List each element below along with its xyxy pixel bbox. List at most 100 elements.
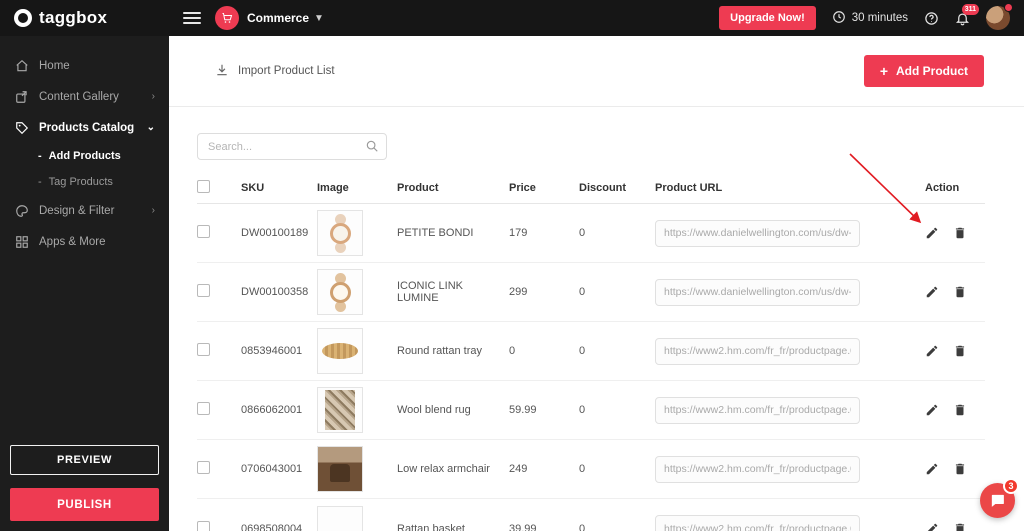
- timer-text: 30 minutes: [851, 12, 908, 24]
- table-row: 0853946001 Round rattan tray 0 0: [197, 322, 985, 381]
- sidebar-item-label: Design & Filter: [39, 204, 115, 217]
- sidebar-item-label: Home: [39, 59, 70, 72]
- chevron-right-icon: ›: [151, 91, 155, 102]
- product-name-cell: PETITE BONDI: [397, 227, 474, 239]
- sidebar-item-label: Apps & More: [39, 235, 106, 248]
- sidebar-item-design-filter[interactable]: Design & Filter ›: [0, 195, 169, 226]
- add-product-button[interactable]: + Add Product: [863, 55, 984, 87]
- discount-cell: 0: [579, 463, 586, 475]
- import-product-list-button[interactable]: Import Product List: [215, 63, 335, 80]
- chat-badge: 3: [1003, 478, 1019, 494]
- apps-grid-icon: [14, 234, 29, 249]
- topbar: taggbox Commerce ▼ Upgrade Now! 30 minut…: [0, 0, 1024, 36]
- delete-icon[interactable]: [953, 522, 967, 531]
- upgrade-button[interactable]: Upgrade Now!: [719, 6, 816, 30]
- delete-icon[interactable]: [953, 462, 967, 476]
- preview-button[interactable]: PREVIEW: [10, 445, 159, 475]
- row-checkbox[interactable]: [197, 520, 210, 531]
- price-cell: 0: [509, 345, 516, 357]
- workspace-switcher[interactable]: Commerce ▼: [247, 11, 324, 25]
- product-name-cell: Low relax armchair: [397, 463, 490, 475]
- product-url-input[interactable]: [655, 337, 860, 365]
- table-row: DW00100189 PETITE BONDI 179 0: [197, 204, 985, 263]
- row-checkbox[interactable]: [197, 461, 210, 474]
- sidebar-subitem-add-products[interactable]: Add Products: [0, 143, 169, 169]
- price-cell: 299: [509, 286, 528, 298]
- delete-icon[interactable]: [953, 226, 967, 240]
- product-image: [317, 210, 363, 256]
- sku-cell: DW00100358: [241, 286, 309, 298]
- edit-icon[interactable]: [925, 403, 939, 417]
- menu-toggle-icon[interactable]: [183, 12, 201, 24]
- chevron-down-icon: ▼: [314, 12, 324, 24]
- table-row: DW00100358 ICONIC LINK LUMINE 299 0: [197, 263, 985, 322]
- product-url-input[interactable]: [655, 219, 860, 247]
- product-url-input[interactable]: [655, 455, 860, 483]
- sidebar-subitem-tag-products[interactable]: Tag Products: [0, 169, 169, 195]
- notification-badge: 311: [961, 3, 979, 15]
- design-icon: [14, 203, 29, 218]
- edit-icon[interactable]: [925, 344, 939, 358]
- delete-icon[interactable]: [953, 403, 967, 417]
- product-url-input[interactable]: [655, 396, 860, 424]
- discount-cell: 0: [579, 286, 586, 298]
- products-table: SKU Image Product Price Discount Product…: [197, 172, 985, 531]
- discount-cell: 0: [579, 345, 586, 357]
- edit-icon[interactable]: [925, 522, 939, 531]
- clock-icon: [832, 10, 846, 27]
- sidebar-item-products-catalog[interactable]: Products Catalog ⌄: [0, 112, 169, 143]
- delete-icon[interactable]: [953, 285, 967, 299]
- header-action: Action: [925, 181, 960, 194]
- header-price: Price: [509, 181, 536, 194]
- edit-icon[interactable]: [925, 285, 939, 299]
- app-window: taggbox Commerce ▼ Upgrade Now! 30 minut…: [0, 0, 1024, 531]
- sidebar-item-home[interactable]: Home: [0, 50, 169, 81]
- table-row: 0706043001 Low relax armchair 249 0: [197, 440, 985, 499]
- search-input[interactable]: [197, 133, 387, 160]
- sidebar-item-label: Products Catalog: [39, 121, 135, 134]
- add-product-label: Add Product: [896, 64, 968, 78]
- publish-button[interactable]: PUBLISH: [10, 488, 159, 521]
- product-url-input[interactable]: [655, 278, 860, 306]
- sku-cell: 0706043001: [241, 463, 303, 475]
- select-all-checkbox[interactable]: [197, 179, 210, 193]
- price-cell: 59.99: [509, 404, 537, 416]
- row-checkbox[interactable]: [197, 402, 210, 415]
- brand-logo[interactable]: taggbox: [0, 0, 169, 36]
- sku-cell: 0866062001: [241, 404, 303, 416]
- header-discount: Discount: [579, 181, 627, 194]
- edit-icon[interactable]: [925, 462, 939, 476]
- plus-icon: +: [879, 63, 888, 79]
- chat-widget-button[interactable]: 3: [980, 478, 1019, 518]
- edit-icon[interactable]: [925, 226, 939, 240]
- row-checkbox[interactable]: [197, 284, 210, 297]
- sku-cell: 0698508004: [241, 522, 303, 531]
- commerce-cart-icon[interactable]: [215, 6, 239, 30]
- product-name-cell: ICONIC LINK LUMINE: [397, 280, 464, 304]
- trial-timer: 30 minutes: [832, 10, 908, 27]
- notifications-bell-icon[interactable]: 311: [955, 3, 979, 26]
- help-icon[interactable]: [924, 11, 939, 26]
- sidebar: Home Content Gallery › Products Catalog …: [0, 36, 169, 531]
- search-icon: [365, 139, 379, 158]
- sidebar-item-label: Content Gallery: [39, 90, 119, 103]
- product-image: [317, 269, 363, 315]
- delete-icon[interactable]: [953, 344, 967, 358]
- price-cell: 39.99: [509, 522, 537, 531]
- sidebar-item-content-gallery[interactable]: Content Gallery ›: [0, 81, 169, 112]
- product-name-cell: Wool blend rug: [397, 404, 471, 416]
- row-checkbox[interactable]: [197, 225, 210, 238]
- product-image: [317, 446, 363, 492]
- product-url-input[interactable]: [655, 515, 860, 531]
- content-toolbar: Import Product List + Add Product: [169, 36, 1024, 107]
- gallery-icon: [14, 89, 29, 104]
- row-checkbox[interactable]: [197, 343, 210, 356]
- header-sku: SKU: [241, 181, 265, 194]
- user-avatar[interactable]: [986, 3, 1013, 30]
- header-product: Product: [397, 181, 439, 194]
- table-row: 0698508004 Rattan basket 39.99 0: [197, 499, 985, 531]
- price-cell: 249: [509, 463, 528, 475]
- sidebar-item-apps-more[interactable]: Apps & More: [0, 226, 169, 257]
- tag-icon: [14, 120, 29, 135]
- chevron-right-icon: ›: [151, 205, 155, 216]
